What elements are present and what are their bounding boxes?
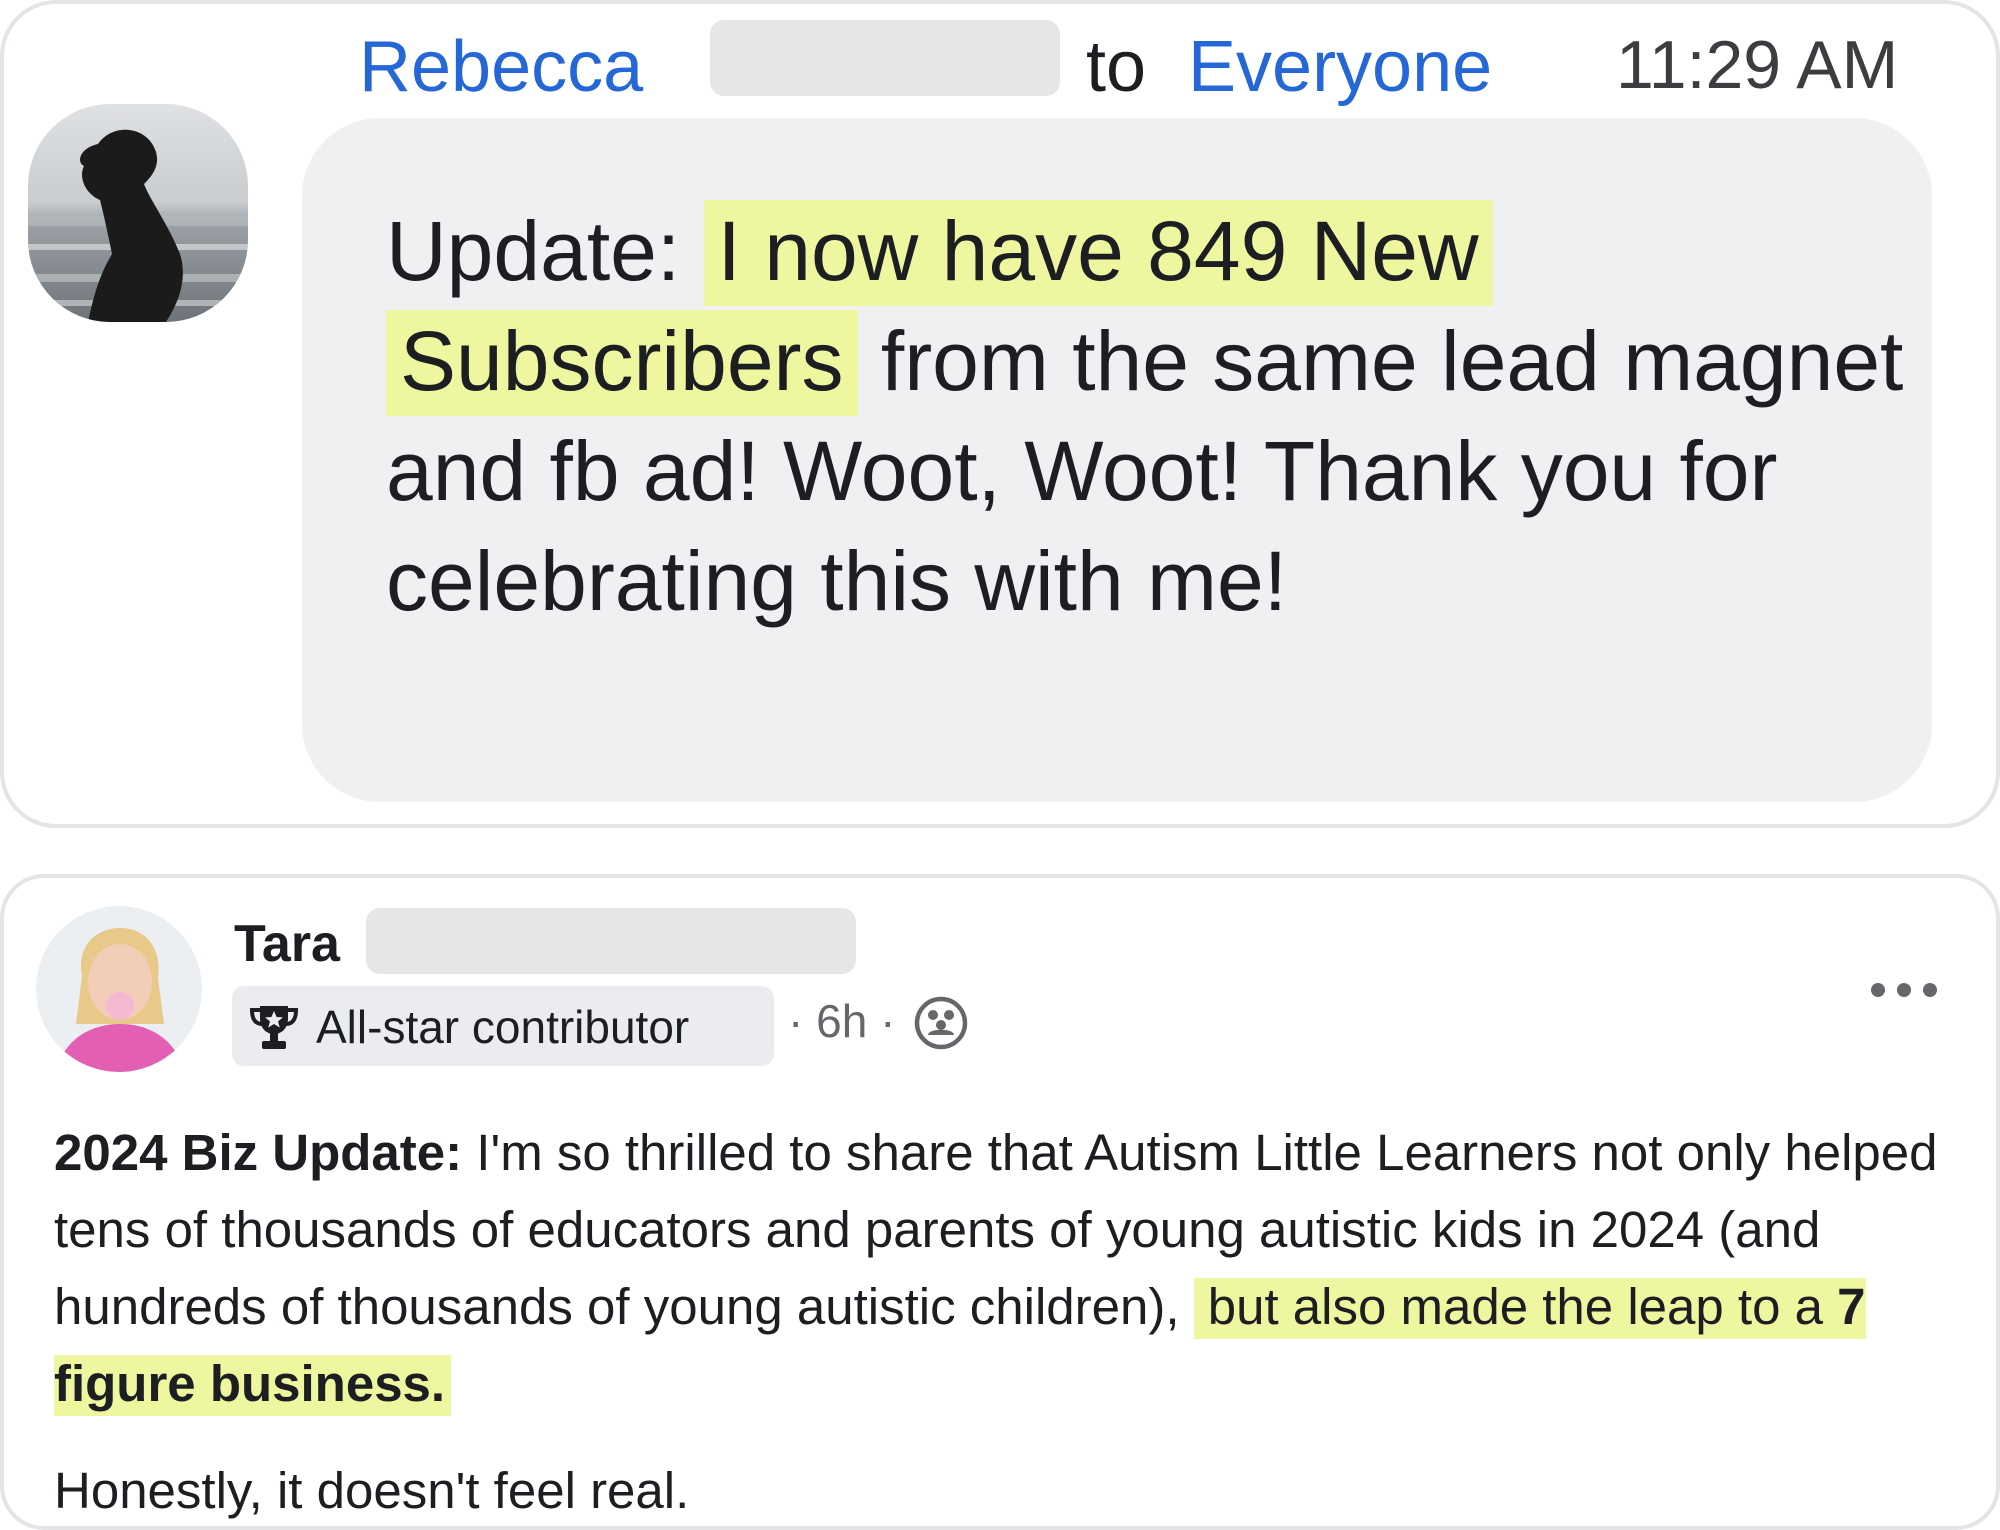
meta-separator: · bbox=[880, 995, 896, 1047]
more-options-icon[interactable] bbox=[1864, 970, 1944, 1010]
chat-message-card: Rebecca to Everyone 11:29 AM Update: I n… bbox=[0, 0, 2000, 828]
recipient-name[interactable]: Everyone bbox=[1188, 26, 1492, 108]
message-timestamp: 11:29 AM bbox=[1616, 27, 1899, 103]
redacted-surname bbox=[710, 20, 1060, 96]
post-time[interactable]: 6h bbox=[816, 995, 867, 1047]
redacted-surname bbox=[366, 908, 856, 974]
post-second-paragraph: Honestly, it doesn't feel real. bbox=[54, 1462, 690, 1519]
avatar-image bbox=[36, 906, 202, 1072]
avatar[interactable] bbox=[28, 104, 248, 322]
group-icon[interactable] bbox=[914, 996, 968, 1050]
chat-message-header: Rebecca to Everyone 11:29 AM bbox=[4, 14, 2000, 114]
post-body: 2024 Biz Update: I'm so thrilled to shar… bbox=[54, 1114, 1974, 1422]
trophy-icon bbox=[249, 1006, 299, 1049]
badge-label: All-star contributor bbox=[316, 1001, 690, 1053]
post-meta: · 6h · bbox=[788, 994, 895, 1048]
avatar-image bbox=[28, 104, 248, 322]
sender-name[interactable]: Rebecca bbox=[359, 26, 643, 108]
message-text: Update: I now have 849 New Subscribers f… bbox=[386, 196, 1906, 636]
avatar[interactable] bbox=[36, 906, 202, 1072]
message-bubble: Update: I now have 849 New Subscribers f… bbox=[302, 118, 1932, 802]
contributor-badge[interactable]: All-star contributor bbox=[232, 986, 774, 1066]
post-highlight-plain: but also made the leap to a bbox=[1207, 1278, 1838, 1335]
post-bold-lead: 2024 Biz Update: bbox=[54, 1124, 463, 1181]
meta-separator: · bbox=[788, 995, 804, 1047]
to-label: to bbox=[1086, 27, 1147, 107]
social-post-card: Tara All-star contributor · 6h · 2024 Bi… bbox=[0, 874, 2000, 1530]
message-prefix: Update: bbox=[386, 204, 704, 298]
author-name[interactable]: Tara bbox=[234, 914, 340, 974]
